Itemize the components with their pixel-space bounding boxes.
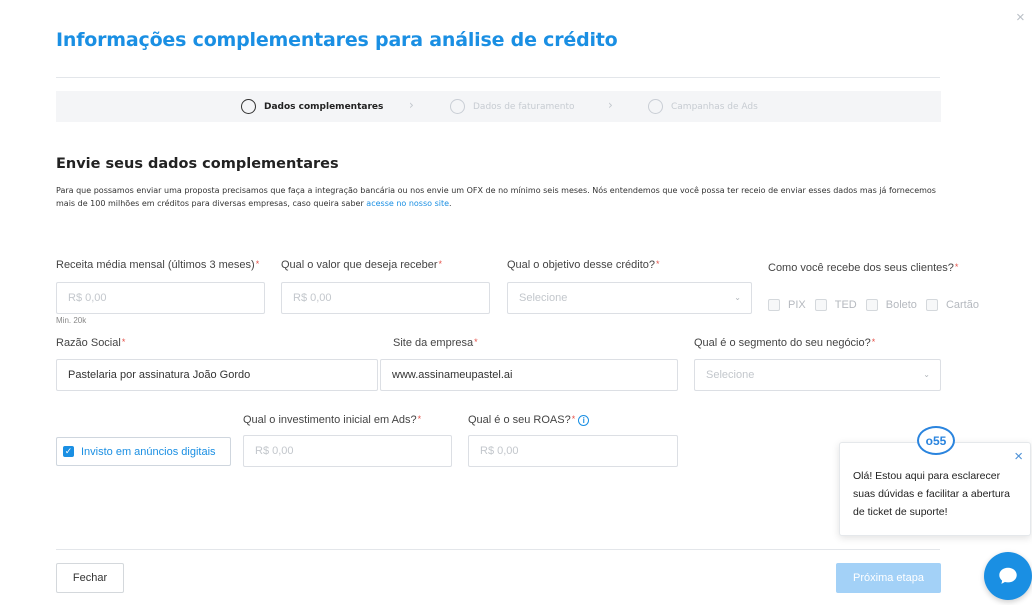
checkbox-label: Cartão [945,299,979,311]
segmento-select[interactable]: Selecione ⌄ [694,359,941,391]
checkbox-box[interactable] [925,299,938,311]
chevron-right-icon: › [409,98,414,112]
step-dados-faturamento[interactable]: Dados de faturamento [450,91,575,122]
chevron-down-icon: ⌄ [734,293,741,302]
description-text: Para que possamos enviar uma proposta pr… [56,186,936,208]
checkbox-box[interactable] [865,299,878,311]
modal-close-icon[interactable]: × [1016,10,1025,25]
roas-input[interactable] [468,435,678,467]
roas-label-text: Qual é o seu ROAS? [468,414,571,426]
chat-logo-icon: o55 [917,426,955,455]
required-mark: * [871,337,876,347]
checkbox-box[interactable] [814,299,827,311]
investimento-label: Qual o investimento inicial em Ads?* [243,414,421,426]
objetivo-label-text: Qual o objetivo desse crédito? [507,259,655,271]
chat-message: Olá! Estou aqui para esclarecer suas dúv… [853,470,1011,518]
valor-label-text: Qual o valor que deseja receber [281,259,438,271]
razao-social-input[interactable] [56,359,378,391]
required-mark: * [438,259,443,269]
chevron-right-icon: › [608,98,613,112]
checkbox-box[interactable] [768,299,780,311]
step-circle-icon [648,99,663,114]
required-mark: * [121,337,126,347]
description-end: . [449,199,452,208]
required-mark: * [954,262,959,272]
chat-bubble-svg [999,567,1017,584]
site-label-text: Site da empresa [393,337,474,349]
section-title: Envie seus dados complementares [56,156,339,172]
step-label: Dados complementares [264,101,384,112]
checkbox-ted[interactable]: TED [814,299,857,311]
step-label: Dados de faturamento [473,101,575,112]
receita-input[interactable] [56,282,265,314]
checkbox-label: Boleto [885,299,917,311]
invisto-ads-checkbox[interactable]: ✓ Invisto em anúncios digitais [56,437,231,466]
segmento-label-text: Qual é o segmento do seu negócio? [694,337,871,349]
recebimento-options: PIX TED Boleto Cartão [768,299,988,311]
step-campanhas-ads[interactable]: Campanhas de Ads [648,91,758,122]
investimento-input[interactable] [243,435,452,467]
chevron-down-icon: ⌄ [923,370,930,379]
valor-label: Qual o valor que deseja receber* [281,259,442,271]
step-circle-icon [450,99,465,114]
required-mark: * [655,259,660,269]
stepper: Dados complementares › Dados de faturame… [56,91,941,122]
site-label: Site da empresa* [393,337,478,349]
site-input[interactable] [380,359,678,391]
info-icon[interactable]: i [578,414,590,426]
footer-divider [56,549,940,550]
required-mark: * [255,259,260,269]
checkbox-label: PIX [788,299,806,311]
receita-hint: Min. 20k [56,316,87,325]
objetivo-select[interactable]: Selecione ⌄ [507,282,752,314]
objetivo-select-value: Selecione [519,292,568,304]
step-dados-complementares[interactable]: Dados complementares [241,91,383,122]
checkbox-pix[interactable]: PIX [768,299,806,311]
invisto-ads-label: Invisto em anúncios digitais [81,445,216,458]
modal-title: Informações complementares para análise … [56,29,618,51]
roas-label: Qual é o seu ROAS?* i [468,414,590,426]
segmento-select-value: Selecione [706,369,755,381]
recebimento-label: Como você recebe dos seus clientes?* [768,262,958,274]
checkbox-boleto[interactable]: Boleto [865,299,917,311]
valor-input[interactable] [281,282,490,314]
next-step-button[interactable]: Próxima etapa [836,563,941,593]
header-divider [56,77,940,78]
close-button[interactable]: Fechar [56,563,124,593]
required-mark: * [571,414,576,424]
investimento-label-text: Qual o investimento inicial em Ads? [243,414,417,426]
objetivo-label: Qual o objetivo desse crédito?* [507,259,660,271]
chat-bubble-icon[interactable] [984,552,1032,600]
razao-social-label: Razão Social* [56,337,125,349]
required-mark: * [417,414,422,424]
close-icon[interactable]: × [1014,449,1023,464]
required-mark: * [474,337,478,347]
checkbox-label: TED [834,299,857,311]
checkmark-icon: ✓ [63,446,74,457]
receita-label: Receita média mensal (últimos 3 meses)* [56,259,259,271]
checkbox-cartao[interactable]: Cartão [925,299,979,311]
recebimento-label-text: Como você recebe dos seus clientes? [768,262,954,274]
step-label: Campanhas de Ads [671,101,758,112]
razao-social-label-text: Razão Social [56,337,121,349]
chat-popup: × Olá! Estou aqui para esclarecer suas d… [839,442,1031,536]
step-circle-icon [241,99,256,114]
receita-label-text: Receita média mensal (últimos 3 meses) [56,259,255,271]
site-link[interactable]: acesse no nosso site [366,199,449,208]
segmento-label: Qual é o segmento do seu negócio?* [694,337,875,349]
section-description: Para que possamos enviar uma proposta pr… [56,184,936,210]
